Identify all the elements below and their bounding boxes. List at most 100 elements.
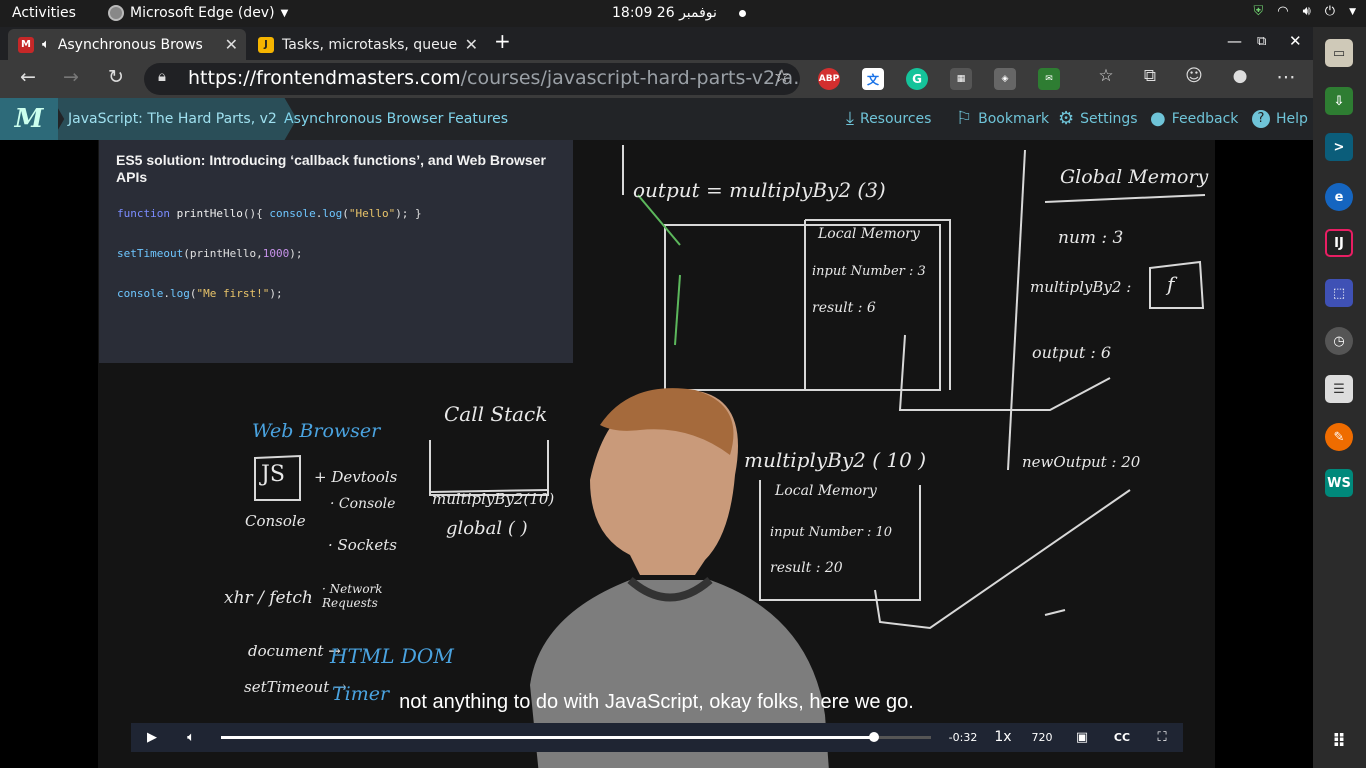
feedback-icon[interactable]: ☺ xyxy=(1180,66,1208,86)
resources-label: Resources xyxy=(859,111,932,127)
help-label: Help xyxy=(1276,111,1308,127)
lock-icon: 🔒︎ xyxy=(158,67,166,85)
refresh-button[interactable]: ↻ xyxy=(102,66,130,88)
terminal-icon[interactable]: > xyxy=(1325,133,1353,161)
progress-thumb[interactable] xyxy=(869,732,880,742)
breadcrumb-course[interactable]: JavaScript: The Hard Parts, v2 xyxy=(52,98,297,140)
postman-icon[interactable]: ✎ xyxy=(1325,423,1353,451)
board-devtools: + Devtools xyxy=(314,468,398,486)
board-console-api: · Console xyxy=(330,496,396,512)
app-grid-icon[interactable]: ⠿ xyxy=(1325,727,1353,755)
board-js: JS xyxy=(261,462,285,487)
close-icon[interactable]: ✕ xyxy=(465,35,478,54)
restore-button[interactable]: ⧉ xyxy=(1257,34,1266,49)
speaker-icon: 🔈︎ xyxy=(42,37,50,52)
video-caption: not anything to do with JavaScript, okay… xyxy=(399,691,914,713)
board-multiplyby2: multiplyBy2 : xyxy=(1030,278,1132,296)
close-window-button[interactable]: ✕ xyxy=(1289,32,1302,50)
board-stack-global: global ( ) xyxy=(446,518,528,539)
tab-tasks[interactable]: J Tasks, microtasks, queue ✕ xyxy=(248,29,486,60)
url-host: https://frontendmasters.com xyxy=(188,67,461,89)
code-slide: ES5 solution: Introducing ‘callback func… xyxy=(99,140,573,363)
system-top-bar: Activities Microsoft Edge (dev) ▼ 18:09 … xyxy=(0,0,1366,27)
bookmark-label: Bookmark xyxy=(978,111,1050,127)
settings-link[interactable]: ⚙ Settings xyxy=(1058,98,1138,140)
download-manager-icon[interactable]: ⇩ xyxy=(1325,87,1353,115)
bookmark-icon: ⚐ xyxy=(956,108,973,129)
fem-logo-icon: M xyxy=(18,36,34,53)
speed-button[interactable]: 1x xyxy=(989,723,1017,752)
code-line: setTimeout(printHello,1000); xyxy=(117,247,303,260)
chevron-down-icon: ▼ xyxy=(280,7,289,19)
profile-avatar[interactable]: ● xyxy=(1226,66,1254,86)
board-function-f: f xyxy=(1167,272,1175,296)
more-icon[interactable]: ⋯ xyxy=(1272,66,1300,88)
adblock-icon[interactable]: ABP xyxy=(818,68,840,90)
bookmark-link[interactable]: ⚐ Bookmark xyxy=(956,98,1049,140)
download-icon: ⤓ xyxy=(846,108,854,129)
document-viewer-icon[interactable]: ☰ xyxy=(1325,375,1353,403)
back-button[interactable]: ← xyxy=(14,66,42,88)
favorite-star-icon[interactable]: ☆ xyxy=(774,66,790,87)
webstorm-icon[interactable]: WS xyxy=(1325,469,1353,497)
new-tab-button[interactable]: + xyxy=(494,29,511,53)
help-link[interactable]: ? Help xyxy=(1252,98,1308,140)
intellij-icon[interactable]: IJ xyxy=(1325,229,1353,257)
translate-icon[interactable]: 文 xyxy=(862,68,884,90)
board-global-memory: Global Memory xyxy=(1060,166,1209,188)
grammarly-icon[interactable]: G xyxy=(906,68,928,90)
extension-icon[interactable]: ✉ xyxy=(1038,68,1060,90)
code-line: console.log("Me first!"); xyxy=(117,287,283,300)
clock-app-icon[interactable]: ◷ xyxy=(1325,327,1353,355)
url-path: /courses/javascript-hard-parts-v2/a… xyxy=(460,67,800,89)
fullscreen-icon[interactable]: ⛶ xyxy=(1151,723,1173,752)
breadcrumb-lesson[interactable]: Asynchronous Browser Features xyxy=(284,98,508,140)
progress-bar[interactable] xyxy=(221,732,931,742)
forward-button[interactable]: → xyxy=(57,66,85,88)
clock-text: 18:09 26 نوفمبر xyxy=(612,5,717,21)
collections-icon[interactable]: ⧉ xyxy=(1136,66,1164,86)
address-bar[interactable]: 🔒︎ https://frontendmasters.com/courses/j… xyxy=(144,63,800,95)
close-icon[interactable]: ✕ xyxy=(225,35,238,54)
board-output-line: output = multiplyBy2 (3) xyxy=(633,178,886,202)
tab-asynchronous[interactable]: M 🔈︎ Asynchronous Brows ✕ xyxy=(8,29,246,60)
chat-bubble-icon: ● xyxy=(1150,108,1166,129)
activities-button[interactable]: Activities xyxy=(12,5,76,21)
browser-tab-strip: M 🔈︎ Asynchronous Brows ✕ J Tasks, micro… xyxy=(0,27,1313,60)
pip-icon[interactable]: ▣ xyxy=(1071,723,1093,752)
progress-fill xyxy=(221,736,875,739)
minimize-button[interactable]: — xyxy=(1227,32,1242,50)
course-title: JavaScript: The Hard Parts, v2 xyxy=(68,111,277,127)
system-tray[interactable]: ⛨ ◠ 🔊︎ ⏻ ▼ xyxy=(1253,4,1356,19)
clock[interactable]: 18:09 26 نوفمبر xyxy=(612,5,746,21)
board-local-memory: Local Memory xyxy=(818,226,920,242)
feedback-link[interactable]: ● Feedback xyxy=(1150,98,1238,140)
play-button[interactable]: ▶ xyxy=(141,723,163,752)
frontend-masters-logo[interactable]: M xyxy=(0,98,58,140)
volume-button[interactable]: 🔈︎ xyxy=(179,723,203,752)
board-network-requests: · Network Requests xyxy=(322,582,383,610)
jake-blog-icon: J xyxy=(258,36,274,53)
wifi-icon: ◠ xyxy=(1277,4,1289,19)
resources-link[interactable]: ⤓ Resources xyxy=(846,98,931,140)
edge-dev-icon[interactable]: e xyxy=(1325,183,1353,211)
extension-icon[interactable]: ◈ xyxy=(994,68,1016,90)
power-icon: ⏻ xyxy=(1324,4,1336,19)
favorites-icon[interactable]: ☆ xyxy=(1092,66,1120,86)
chevron-down-icon: ▼ xyxy=(1349,7,1356,17)
extension-icon[interactable]: ▦ xyxy=(950,68,972,90)
notification-dot-icon xyxy=(738,9,746,17)
video-player[interactable]: ES5 solution: Introducing ‘callback func… xyxy=(0,140,1313,768)
course-header: JavaScript: The Hard Parts, v2 M Asynchr… xyxy=(0,98,1313,140)
screenshot-icon[interactable]: ⬚ xyxy=(1325,279,1353,307)
captions-icon[interactable]: CC xyxy=(1111,723,1133,752)
volume-icon: 🔊︎ xyxy=(1302,4,1311,19)
edge-app-icon xyxy=(108,5,124,21)
slide-title: ES5 solution: Introducing ‘callback func… xyxy=(116,152,546,185)
quality-button[interactable]: 720 xyxy=(1027,723,1057,752)
board-result: result : 6 xyxy=(812,300,876,316)
app-menu[interactable]: Microsoft Edge (dev) ▼ xyxy=(108,5,288,21)
feedback-label: Feedback xyxy=(1171,111,1239,127)
browser-toolbar: ← → ↻ 🔒︎ https://frontendmasters.com/cou… xyxy=(0,60,1313,98)
files-icon[interactable]: ▭ xyxy=(1325,39,1353,67)
